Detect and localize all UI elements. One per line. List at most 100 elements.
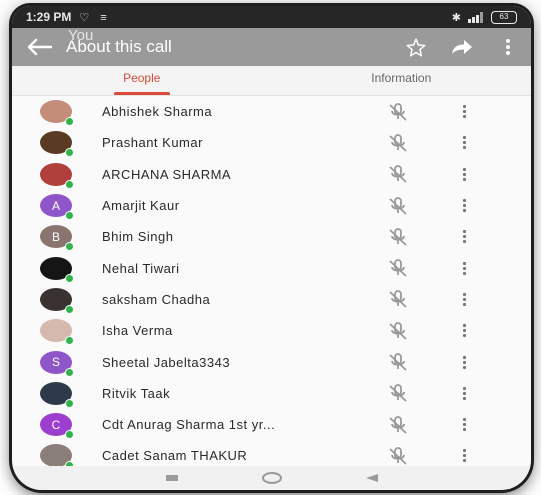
recent-apps-icon[interactable] bbox=[165, 474, 179, 482]
mic-off-icon bbox=[389, 321, 407, 340]
mic-off-icon bbox=[389, 227, 407, 246]
avatar bbox=[40, 131, 74, 158]
participant-row[interactable]: Isha Verma bbox=[12, 315, 531, 346]
more-vert-icon bbox=[462, 292, 466, 307]
mute-status bbox=[378, 227, 418, 246]
notification-icons: ♡ ≡ bbox=[79, 11, 111, 24]
avatar-initial: C bbox=[51, 417, 61, 432]
mic-off-icon bbox=[389, 290, 407, 309]
avatar: B bbox=[40, 225, 74, 252]
back-button[interactable] bbox=[12, 38, 66, 56]
mute-status bbox=[378, 165, 418, 183]
avatar-initial: A bbox=[51, 198, 60, 213]
more-vert-icon bbox=[462, 261, 466, 275]
more-vert-icon bbox=[462, 386, 466, 400]
participant-menu-button[interactable] bbox=[454, 386, 474, 401]
status-time: 1:29 PM bbox=[26, 10, 72, 24]
avatar-initial: S bbox=[51, 355, 60, 370]
participant-menu-button[interactable] bbox=[454, 198, 474, 213]
online-status-dot bbox=[65, 117, 74, 127]
participant-row[interactable]: S Sheetal Jabelta3343 bbox=[12, 346, 531, 377]
mic-off-icon bbox=[389, 134, 407, 152]
mic-off-icon bbox=[389, 165, 407, 183]
status-bar: 1:29 PM ♡ ≡ ✱ 63 bbox=[12, 6, 531, 28]
participant-row[interactable]: B Bhim Singh bbox=[12, 221, 531, 252]
participant-menu-button[interactable] bbox=[454, 261, 474, 276]
participant-row[interactable]: Ritvik Taak bbox=[12, 378, 531, 409]
avatar: S bbox=[40, 350, 74, 377]
share-button[interactable] bbox=[439, 39, 485, 55]
battery-icon: 63 bbox=[491, 10, 517, 24]
avatar bbox=[40, 287, 74, 314]
participant-row[interactable]: Prashant Kumar bbox=[12, 127, 531, 158]
participant-name: Sheetal Jabelta3343 bbox=[102, 354, 231, 370]
participant-menu-button[interactable] bbox=[454, 104, 474, 119]
participant-row[interactable]: Nehal Tiwari bbox=[12, 252, 531, 283]
mute-status bbox=[378, 259, 418, 277]
participant-row[interactable]: A Amarjit Kaur bbox=[12, 190, 531, 221]
mute-status bbox=[378, 415, 418, 434]
more-vert-icon bbox=[462, 355, 466, 369]
participant-menu-button[interactable] bbox=[454, 229, 474, 244]
participant-menu-button[interactable] bbox=[454, 135, 474, 150]
avatar bbox=[40, 444, 74, 471]
participant-row[interactable]: saksham Chadha bbox=[12, 284, 531, 315]
phone-screen: 1:29 PM ♡ ≡ ✱ 63 You About this call Peo… bbox=[12, 6, 531, 490]
participant-row[interactable]: Abhishek Sharma bbox=[12, 96, 531, 127]
mic-off-icon bbox=[389, 384, 407, 402]
more-vert-icon bbox=[462, 198, 466, 213]
mic-off-icon bbox=[389, 259, 407, 277]
online-status-dot bbox=[65, 430, 74, 440]
avatar bbox=[40, 256, 74, 283]
participant-name: Nehal Tiwari bbox=[102, 260, 180, 276]
mute-status bbox=[378, 290, 418, 309]
overflow-menu-button[interactable] bbox=[485, 38, 531, 56]
participant-menu-button[interactable] bbox=[454, 292, 474, 307]
avatar-initial: B bbox=[51, 229, 60, 244]
online-status-dot bbox=[65, 242, 74, 252]
app-bar: You About this call bbox=[12, 27, 531, 66]
nav-back-icon[interactable] bbox=[365, 473, 379, 483]
mute-status bbox=[378, 353, 418, 371]
more-vert-icon bbox=[462, 136, 466, 150]
more-vert-icon bbox=[462, 449, 466, 463]
star-button[interactable] bbox=[393, 37, 439, 57]
participant-menu-button[interactable] bbox=[454, 167, 474, 182]
participant-name: Cdt Anurag Sharma 1st yr... bbox=[102, 417, 276, 433]
arrow-back-icon bbox=[27, 38, 52, 56]
more-vert-icon bbox=[462, 324, 466, 338]
participant-menu-button[interactable] bbox=[454, 417, 474, 432]
tab-people[interactable]: People bbox=[12, 65, 272, 95]
star-outline-icon bbox=[406, 37, 426, 57]
system-nav-bar bbox=[12, 466, 531, 490]
online-status-dot bbox=[65, 273, 74, 283]
participant-row[interactable]: ARCHANA SHARMA bbox=[12, 159, 531, 190]
online-status-dot bbox=[65, 148, 74, 158]
participant-name: Isha Verma bbox=[102, 323, 173, 339]
participant-name: Abhishek Sharma bbox=[102, 104, 213, 120]
online-status-dot bbox=[65, 336, 74, 346]
avatar bbox=[40, 100, 74, 127]
mute-status bbox=[378, 384, 418, 402]
participant-row[interactable]: C Cdt Anurag Sharma 1st yr... bbox=[12, 409, 531, 440]
home-button-icon[interactable] bbox=[261, 471, 283, 485]
avatar: A bbox=[40, 194, 74, 221]
participant-menu-button[interactable] bbox=[454, 448, 474, 463]
avatar: C bbox=[40, 413, 74, 440]
participant-list: Abhishek Sharma Prashant Kumar ARCHANA SHA… bbox=[12, 96, 531, 472]
bluetooth-icon: ✱ bbox=[451, 11, 461, 24]
status-right: ✱ 63 bbox=[451, 10, 517, 24]
mute-status bbox=[378, 447, 418, 465]
avatar bbox=[40, 319, 74, 346]
participant-name: Ritvik Taak bbox=[102, 385, 171, 401]
participant-name: saksham Chadha bbox=[102, 291, 211, 307]
more-vert-icon bbox=[462, 418, 466, 432]
mute-status bbox=[378, 134, 418, 152]
participant-name: Cadet Sanam THAKUR bbox=[102, 448, 248, 464]
avatar bbox=[40, 381, 74, 408]
participant-menu-button[interactable] bbox=[454, 355, 474, 370]
participant-name: Amarjit Kaur bbox=[102, 198, 180, 214]
tab-information[interactable]: Information bbox=[272, 65, 532, 95]
online-status-dot bbox=[65, 211, 74, 221]
participant-menu-button[interactable] bbox=[454, 323, 474, 338]
